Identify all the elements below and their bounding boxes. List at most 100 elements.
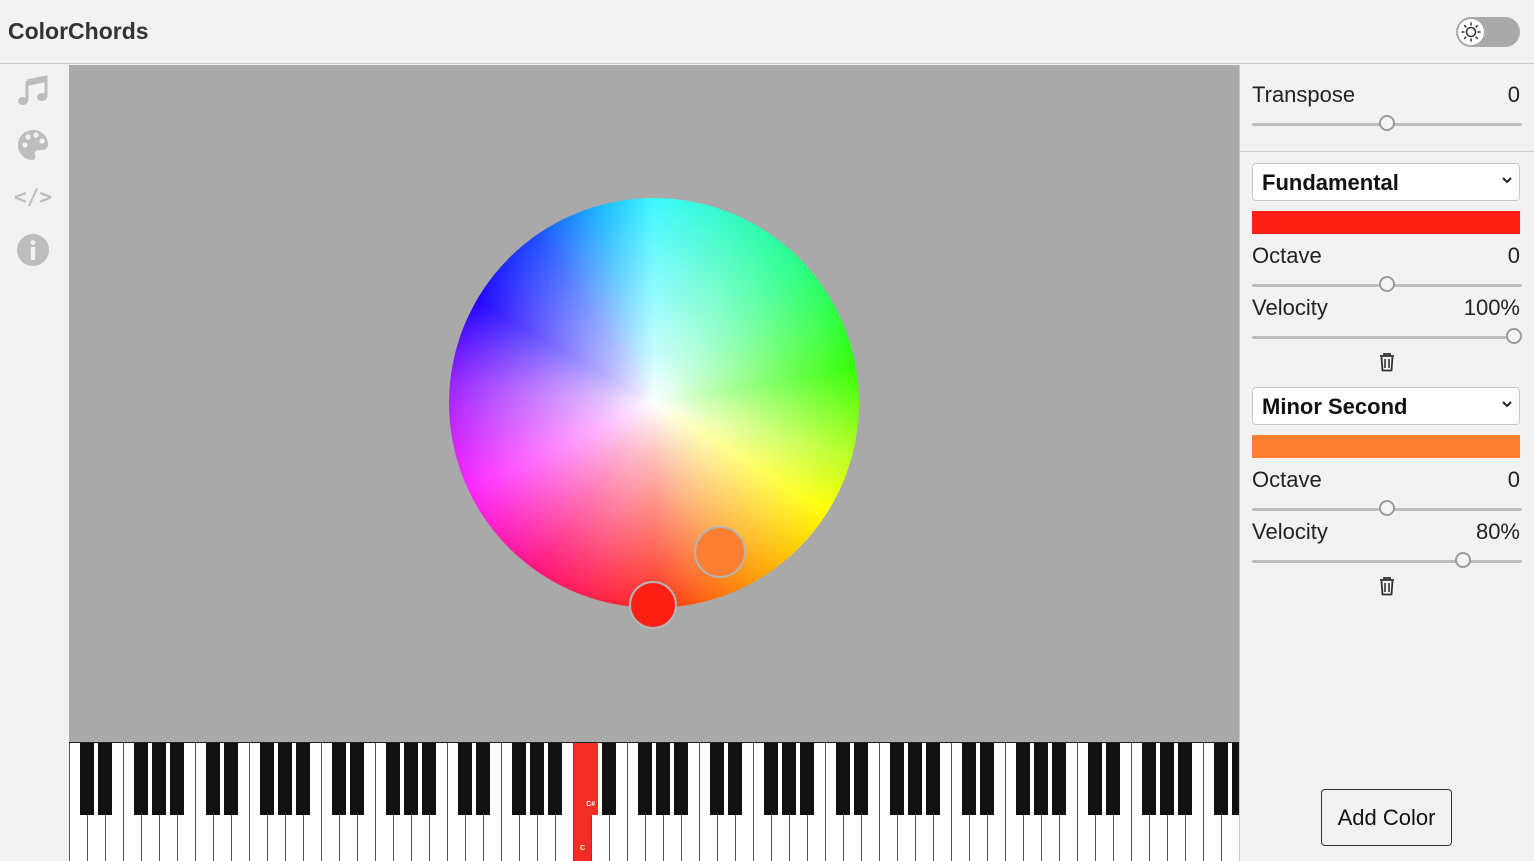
black-key[interactable] bbox=[134, 743, 148, 815]
black-key[interactable] bbox=[854, 743, 868, 815]
velocity-slider-thumb[interactable] bbox=[1506, 328, 1522, 344]
theme-toggle[interactable] bbox=[1456, 17, 1520, 47]
black-key[interactable] bbox=[98, 743, 112, 815]
octave-value: 0 bbox=[1507, 467, 1520, 492]
sun-icon bbox=[1461, 22, 1481, 42]
black-key[interactable] bbox=[782, 743, 796, 815]
black-key[interactable] bbox=[1178, 743, 1192, 815]
black-key[interactable] bbox=[908, 743, 922, 815]
color-swatch-minor-second[interactable] bbox=[1252, 435, 1520, 458]
black-key[interactable] bbox=[422, 743, 436, 815]
black-key[interactable] bbox=[332, 743, 346, 815]
octave-slider-minor-second[interactable] bbox=[1252, 499, 1522, 519]
trash-icon bbox=[1380, 353, 1394, 372]
add-color-button[interactable]: Add Color bbox=[1321, 789, 1452, 846]
black-key[interactable] bbox=[260, 743, 274, 815]
black-key[interactable] bbox=[1106, 743, 1120, 815]
transpose-row: Transpose 0 bbox=[1252, 82, 1520, 108]
black-key[interactable] bbox=[350, 743, 364, 815]
color-handle-minor-second[interactable] bbox=[694, 526, 746, 578]
black-key[interactable] bbox=[512, 743, 526, 815]
black-key[interactable] bbox=[458, 743, 472, 815]
black-key[interactable] bbox=[80, 743, 94, 815]
color-wheel-canvas[interactable] bbox=[69, 65, 1239, 742]
transpose-label: Transpose bbox=[1252, 82, 1356, 107]
transpose-slider[interactable] bbox=[1252, 114, 1522, 134]
velocity-row-minor-second: Velocity 80% bbox=[1252, 519, 1520, 545]
velocity-slider-track bbox=[1252, 560, 1522, 563]
sidebar: </> bbox=[0, 64, 68, 861]
black-key[interactable] bbox=[638, 743, 652, 815]
velocity-label: Velocity bbox=[1252, 295, 1328, 320]
key-label: C# bbox=[586, 801, 596, 808]
sidebar-item-code[interactable]: </> bbox=[14, 178, 52, 216]
theme-toggle-knob bbox=[1458, 19, 1484, 45]
interval-select-minor-second[interactable]: Minor Second bbox=[1252, 387, 1520, 425]
black-key[interactable] bbox=[980, 743, 994, 815]
octave-slider-thumb[interactable] bbox=[1379, 500, 1395, 516]
color-wheel[interactable] bbox=[449, 198, 859, 608]
transpose-value: 0 bbox=[1507, 82, 1520, 107]
black-key[interactable] bbox=[1016, 743, 1030, 815]
black-key[interactable]: C# bbox=[584, 743, 598, 815]
black-key[interactable] bbox=[1214, 743, 1228, 815]
chevron-down-icon bbox=[1502, 177, 1512, 184]
octave-row-minor-second: Octave 0 bbox=[1252, 467, 1520, 493]
black-key[interactable] bbox=[602, 743, 616, 815]
black-key[interactable] bbox=[926, 743, 940, 815]
black-key[interactable] bbox=[728, 743, 742, 815]
code-icon: </> bbox=[14, 185, 52, 209]
music-note-icon bbox=[18, 75, 48, 105]
sidebar-item-music[interactable] bbox=[14, 72, 52, 110]
sidebar-item-info[interactable] bbox=[14, 231, 52, 269]
octave-slider-thumb[interactable] bbox=[1379, 276, 1395, 292]
piano-keyboard[interactable]: C C# bbox=[69, 742, 1239, 861]
sidebar-item-palette[interactable] bbox=[14, 126, 52, 164]
black-key[interactable] bbox=[1052, 743, 1066, 815]
black-key[interactable] bbox=[386, 743, 400, 815]
black-key[interactable] bbox=[764, 743, 778, 815]
app-header: ColorChords bbox=[0, 0, 1534, 64]
velocity-slider-thumb[interactable] bbox=[1455, 552, 1472, 568]
interval-select-value: Fundamental bbox=[1262, 170, 1399, 195]
color-handle-fundamental[interactable] bbox=[629, 581, 677, 629]
octave-slider-fundamental[interactable] bbox=[1252, 275, 1522, 295]
black-key[interactable] bbox=[1088, 743, 1102, 815]
info-icon bbox=[17, 234, 49, 266]
black-key[interactable] bbox=[530, 743, 544, 815]
black-key[interactable] bbox=[224, 743, 238, 815]
velocity-value: 100% bbox=[1463, 295, 1520, 320]
black-key[interactable] bbox=[1160, 743, 1174, 815]
delete-note-minor-second[interactable] bbox=[1377, 576, 1397, 598]
black-key[interactable] bbox=[278, 743, 292, 815]
delete-note-fundamental[interactable] bbox=[1377, 352, 1397, 374]
black-key[interactable] bbox=[890, 743, 904, 815]
velocity-slider-minor-second[interactable] bbox=[1252, 551, 1522, 571]
black-key[interactable] bbox=[1142, 743, 1156, 815]
divider bbox=[1240, 151, 1534, 152]
app-title: ColorChords bbox=[8, 18, 149, 44]
black-key[interactable] bbox=[296, 743, 310, 815]
transpose-slider-thumb[interactable] bbox=[1379, 115, 1395, 131]
black-key[interactable] bbox=[656, 743, 670, 815]
black-key[interactable] bbox=[962, 743, 976, 815]
black-key[interactable] bbox=[674, 743, 688, 815]
velocity-value: 80% bbox=[1475, 519, 1520, 544]
black-key[interactable] bbox=[800, 743, 814, 815]
black-key[interactable] bbox=[836, 743, 850, 815]
color-swatch-fundamental[interactable] bbox=[1252, 211, 1520, 234]
velocity-slider-fundamental[interactable] bbox=[1252, 327, 1522, 347]
black-key[interactable] bbox=[548, 743, 562, 815]
black-key[interactable] bbox=[152, 743, 166, 815]
interval-select-fundamental[interactable]: Fundamental bbox=[1252, 163, 1520, 201]
black-key[interactable] bbox=[404, 743, 418, 815]
black-key[interactable] bbox=[206, 743, 220, 815]
black-key[interactable] bbox=[170, 743, 184, 815]
black-key[interactable] bbox=[476, 743, 490, 815]
chevron-down-icon bbox=[1502, 401, 1512, 408]
black-key[interactable] bbox=[1232, 743, 1239, 815]
black-key[interactable] bbox=[710, 743, 724, 815]
octave-label: Octave bbox=[1252, 243, 1322, 268]
black-key[interactable] bbox=[1034, 743, 1048, 815]
velocity-label: Velocity bbox=[1252, 519, 1328, 544]
